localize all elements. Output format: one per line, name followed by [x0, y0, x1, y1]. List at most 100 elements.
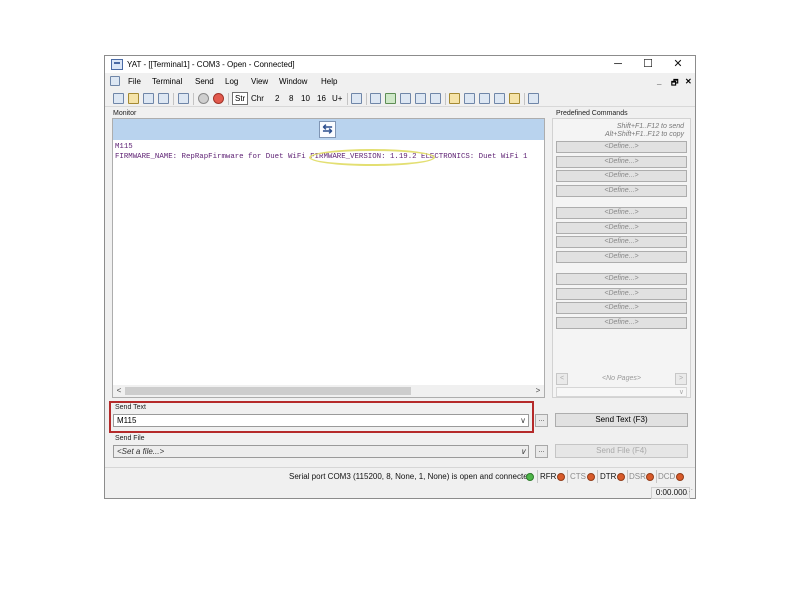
scroll-left-icon[interactable]: < — [113, 385, 125, 397]
monitor-horizontal-scrollbar[interactable]: < > — [113, 385, 544, 397]
define-command-button-4[interactable]: <Define...> — [556, 184, 687, 197]
chevron-down-icon: ∨ — [678, 389, 684, 396]
define-command-button-1[interactable]: <Define...> — [556, 141, 687, 153]
print-icon[interactable] — [430, 93, 441, 104]
minimize-button[interactable]: ─ — [603, 56, 633, 73]
send-text-options-button[interactable]: ... — [535, 414, 548, 427]
str-radix-button[interactable]: Str — [232, 92, 249, 105]
log-off-icon[interactable] — [479, 93, 490, 104]
status-separator — [627, 470, 628, 483]
send-file-browse-button[interactable]: ... — [535, 445, 548, 458]
define-command-button-7[interactable]: <Define...> — [556, 236, 687, 248]
send-file-value: <Set a file...> — [117, 447, 165, 456]
toolbar-separator — [193, 93, 194, 105]
send-file-button[interactable]: Send File (F4) — [555, 444, 688, 458]
radix-16-button[interactable]: 16 — [317, 94, 326, 103]
chr-radix-button[interactable]: Chr — [251, 94, 264, 103]
toolbar-separator — [228, 93, 229, 105]
radix-unicode-button[interactable]: U+ — [332, 94, 342, 103]
mdi-close-button[interactable]: ✕ — [685, 77, 692, 86]
log-on-icon[interactable] — [464, 93, 475, 104]
save-icon[interactable] — [143, 93, 154, 104]
menu-window[interactable]: Window — [279, 77, 307, 86]
swap-direction-icon[interactable]: ⇆ — [319, 121, 336, 138]
chevron-down-icon[interactable]: ∨ — [520, 415, 526, 426]
menu-view[interactable]: View — [251, 77, 268, 86]
send-file-input[interactable]: <Set a file...> ∨ — [113, 445, 529, 458]
connection-led — [526, 473, 534, 481]
status-bar: Serial port COM3 (115200, 8, None, 1, No… — [105, 467, 695, 484]
define-command-button-8[interactable]: <Define...> — [556, 250, 687, 263]
save-all-icon[interactable] — [158, 93, 169, 104]
open-folder-icon[interactable] — [128, 93, 139, 104]
predefined-commands-title: Predefined Commands — [556, 110, 628, 117]
show-tx-icon[interactable] — [370, 93, 381, 104]
monitor-line: M115 — [115, 143, 133, 151]
open-port-icon[interactable] — [198, 93, 209, 104]
maximize-button[interactable]: ☐ — [633, 56, 663, 73]
monitor-label: Monitor — [113, 110, 137, 117]
chevron-down-icon[interactable]: ∨ — [520, 446, 526, 457]
scroll-thumb[interactable] — [125, 387, 411, 395]
log-folder-icon[interactable] — [509, 93, 520, 104]
toolbar-separator — [524, 93, 525, 105]
define-command-button-5[interactable]: <Define...> — [556, 207, 687, 219]
signal-dcd-led — [676, 473, 684, 481]
menu-file[interactable]: File — [128, 77, 141, 86]
title-bar[interactable]: YAT - [[Terminal1] - COM3 - Open - Conne… — [105, 56, 695, 73]
terminal-settings-icon[interactable] — [178, 93, 189, 104]
pages-navigator: < <No Pages> > — [556, 372, 687, 386]
mdi-restore-button[interactable]: 🗗 — [671, 77, 679, 91]
statistics-icon[interactable] — [528, 93, 539, 104]
menu-help[interactable]: Help — [321, 77, 337, 86]
mdi-minimize-button[interactable]: _ — [657, 77, 661, 86]
status-separator — [567, 470, 568, 483]
radix-10-button[interactable]: 10 — [301, 94, 310, 103]
scroll-right-icon[interactable]: > — [532, 385, 544, 397]
terminal-doc-icon[interactable] — [110, 76, 120, 86]
next-page-button[interactable]: > — [675, 373, 687, 385]
toolbar: Str Chr 2 8 10 16 U+ — [105, 91, 695, 107]
yat-window: YAT - [[Terminal1] - COM3 - Open - Conne… — [104, 55, 696, 499]
radix-8-button[interactable]: 8 — [289, 94, 293, 103]
monitor-header: ⇆ — [113, 119, 544, 140]
radix-2-button[interactable]: 2 — [275, 94, 279, 103]
no-pages-label: <No Pages> — [602, 375, 641, 382]
send-command-icon[interactable] — [351, 93, 362, 104]
menu-send[interactable]: Send — [195, 77, 214, 86]
close-port-icon[interactable] — [213, 93, 224, 104]
clear-monitor-icon[interactable] — [415, 93, 426, 104]
define-command-button-3[interactable]: <Define...> — [556, 170, 687, 182]
menu-terminal[interactable]: Terminal — [152, 77, 182, 86]
status-message: Serial port COM3 (115200, 8, None, 1, No… — [289, 472, 533, 481]
send-text-input[interactable]: M115 ∨ — [113, 414, 529, 427]
new-terminal-icon[interactable] — [113, 93, 124, 104]
show-bidir-icon[interactable] — [385, 93, 396, 104]
define-command-button-2[interactable]: <Define...> — [556, 155, 687, 168]
define-command-button-12[interactable]: <Define...> — [556, 316, 687, 329]
firmware-version-highlight — [309, 149, 435, 166]
signal-rfr-label[interactable]: RFR — [540, 472, 556, 481]
menu-log[interactable]: Log — [225, 77, 238, 86]
menu-bar: File Terminal Send Log View Window Help … — [105, 75, 695, 89]
log-edit-icon[interactable] — [449, 93, 460, 104]
log-clear-icon[interactable] — [494, 93, 505, 104]
page-select[interactable]: ∨ — [556, 387, 687, 397]
signal-dtr-label[interactable]: DTR — [600, 472, 616, 481]
signal-dtr-led — [617, 473, 625, 481]
define-command-button-11[interactable]: <Define...> — [556, 302, 687, 314]
define-command-button-10[interactable]: <Define...> — [556, 287, 687, 300]
signal-cts-led — [587, 473, 595, 481]
signal-cts-label: CTS — [570, 472, 586, 481]
signal-dsr-led — [646, 473, 654, 481]
send-text-button[interactable]: Send Text (F3) — [555, 413, 688, 427]
show-rx-icon[interactable] — [400, 93, 411, 104]
send-text-label: Send Text — [115, 404, 147, 411]
close-button[interactable]: ✕ — [663, 56, 693, 73]
resize-grip-icon[interactable]: ⋰ — [686, 488, 693, 496]
send-text-value: M115 — [117, 416, 137, 425]
define-command-button-6[interactable]: <Define...> — [556, 221, 687, 234]
toolbar-separator — [445, 93, 446, 105]
monitor-panel[interactable]: ⇆ M115 FIRMWARE_NAME: RepRapFirmware for… — [112, 118, 545, 398]
define-command-button-9[interactable]: <Define...> — [556, 273, 687, 285]
